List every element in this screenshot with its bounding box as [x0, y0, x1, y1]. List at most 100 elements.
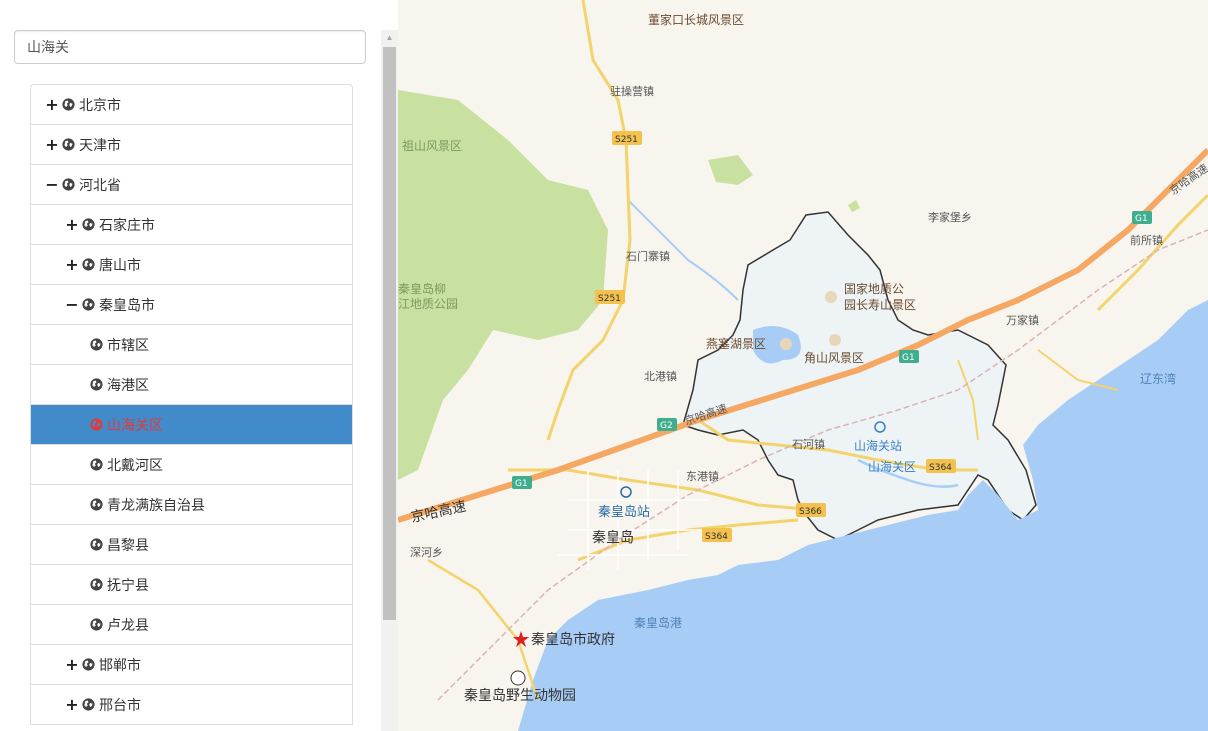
tree-node-label: 卢龙县 — [107, 617, 149, 634]
map-label: 石门寨镇 — [626, 249, 670, 263]
globe-icon — [90, 338, 103, 351]
map-label: 燕塞湖景区 — [706, 336, 766, 351]
scrollbar-thumb[interactable] — [383, 47, 396, 620]
map-label: 秦皇岛 — [592, 530, 634, 546]
tree-node-qinhuangdao[interactable]: − 秦皇岛市 — [31, 285, 352, 325]
tree-node-label: 山海关区 — [107, 417, 163, 434]
map-label: 山海关区 — [868, 459, 916, 474]
tree-node-label: 抚宁县 — [107, 577, 149, 594]
tree-node-shanhaiguan[interactable]: 山海关区 — [31, 405, 352, 445]
globe-icon — [82, 658, 95, 671]
tree-node-beijing[interactable]: + 北京市 — [31, 85, 352, 125]
globe-icon — [62, 178, 75, 191]
map-label: 山海关站 — [854, 438, 902, 453]
tree-node-label: 石家庄市 — [99, 217, 155, 234]
globe-icon — [90, 378, 103, 391]
tree-node-shixiaqu[interactable]: 市辖区 — [31, 325, 352, 365]
scenic-icon — [780, 338, 792, 350]
tree-node-label: 唐山市 — [99, 257, 141, 274]
tree-node-label: 邯郸市 — [99, 657, 141, 674]
map-label: 祖山风景区 — [402, 138, 462, 153]
expand-icon[interactable]: + — [65, 215, 79, 234]
map-view[interactable]: 董家口长城风景区 驻操营镇 S251 祖山风景区 李家堡乡 G1 前所镇 京哈高… — [398, 0, 1208, 731]
tree-node-funing[interactable]: 抚宁县 — [31, 565, 352, 605]
road-shield-label: G1 — [515, 479, 528, 489]
globe-icon — [62, 98, 75, 111]
region-tree: + 北京市 + 天津市 − 河北省 + 石家庄市 + 唐山市 − 秦皇岛市 市辖… — [30, 84, 353, 725]
road-shield-label: S251 — [598, 294, 621, 304]
tree-node-tangshan[interactable]: + 唐山市 — [31, 245, 352, 285]
tree-node-xingtai[interactable]: + 邢台市 — [31, 685, 352, 725]
globe-icon — [90, 458, 103, 471]
left-panel: + 北京市 + 天津市 − 河北省 + 石家庄市 + 唐山市 − 秦皇岛市 — [0, 0, 398, 731]
road-shield-label: S251 — [615, 135, 638, 145]
tree-node-label: 青龙满族自治县 — [107, 497, 205, 514]
tree-node-label: 昌黎县 — [107, 537, 149, 554]
scroll-up-arrow-icon[interactable]: ▲ — [381, 30, 398, 45]
search-input[interactable] — [14, 30, 366, 64]
road-shield-label: G1 — [902, 353, 915, 363]
map-canvas[interactable]: 董家口长城风景区 驻操营镇 S251 祖山风景区 李家堡乡 G1 前所镇 京哈高… — [398, 0, 1208, 731]
map-label: 秦皇岛站 — [598, 504, 650, 520]
map-label: 角山风景区 — [804, 351, 864, 365]
map-label: 驻操营镇 — [610, 84, 654, 98]
road-shield-label: G2 — [660, 421, 673, 431]
tree-node-haigang[interactable]: 海港区 — [31, 365, 352, 405]
globe-icon — [90, 618, 103, 631]
map-label: 国家地质公 — [844, 281, 904, 296]
map-label: 秦皇岛市政府 — [531, 631, 615, 648]
map-label: 秦皇岛柳 — [398, 281, 446, 296]
map-label: 李家堡乡 — [928, 210, 972, 224]
zoo-panda-icon — [510, 670, 526, 686]
scenic-icon — [825, 291, 837, 303]
expand-icon[interactable]: + — [45, 95, 59, 114]
tree-node-lulong[interactable]: 卢龙县 — [31, 605, 352, 645]
tree-node-qinglong[interactable]: 青龙满族自治县 — [31, 485, 352, 525]
map-label: 万家镇 — [1006, 313, 1039, 327]
scenic-icon — [829, 334, 841, 346]
globe-icon — [90, 498, 103, 511]
map-label: 前所镇 — [1130, 233, 1163, 247]
map-label: 秦皇岛港 — [634, 615, 682, 630]
road-shield-label: S366 — [799, 507, 822, 517]
globe-icon — [82, 298, 95, 311]
expand-icon[interactable]: + — [65, 695, 79, 714]
map-label: 东港镇 — [686, 469, 719, 483]
tree-node-label: 北京市 — [79, 97, 121, 114]
map-label: 董家口长城风景区 — [648, 12, 744, 27]
tree-node-handan[interactable]: + 邯郸市 — [31, 645, 352, 685]
tree-node-tianjin[interactable]: + 天津市 — [31, 125, 352, 165]
map-label: 石河镇 — [792, 437, 825, 451]
tree-node-shijiazhuang[interactable]: + 石家庄市 — [31, 205, 352, 245]
road-shield-label: G1 — [1135, 214, 1148, 224]
scrollbar[interactable]: ▲ — [381, 30, 398, 731]
expand-icon[interactable]: + — [65, 655, 79, 674]
globe-icon — [90, 538, 103, 551]
expand-icon[interactable]: + — [45, 135, 59, 154]
map-label: 北港镇 — [644, 369, 677, 383]
tree-node-label: 天津市 — [79, 137, 121, 154]
globe-icon — [90, 578, 103, 591]
tree-node-label: 河北省 — [79, 177, 121, 194]
globe-icon — [90, 418, 103, 431]
globe-icon — [82, 218, 95, 231]
tree-node-label: 市辖区 — [107, 337, 149, 354]
collapse-icon[interactable]: − — [45, 175, 59, 194]
globe-icon — [62, 138, 75, 151]
tree-node-hebei[interactable]: − 河北省 — [31, 165, 352, 205]
tree-node-label: 海港区 — [107, 377, 149, 394]
map-label: 江地质公园 — [398, 297, 458, 311]
expand-icon[interactable]: + — [65, 255, 79, 274]
tree-node-beidaihe[interactable]: 北戴河区 — [31, 445, 352, 485]
road-shield-label: S364 — [929, 463, 952, 473]
map-label: 秦皇岛野生动物园 — [464, 688, 576, 704]
map-label: 园长寿山景区 — [844, 298, 916, 312]
map-label: 深河乡 — [410, 546, 443, 559]
map-label: 辽东湾 — [1140, 371, 1176, 386]
tree-node-changli[interactable]: 昌黎县 — [31, 525, 352, 565]
road-shield-label: S364 — [705, 532, 728, 542]
tree-node-label: 北戴河区 — [107, 457, 163, 474]
tree-node-label: 邢台市 — [99, 697, 141, 714]
collapse-icon[interactable]: − — [65, 295, 79, 314]
tree-node-label: 秦皇岛市 — [99, 297, 155, 314]
